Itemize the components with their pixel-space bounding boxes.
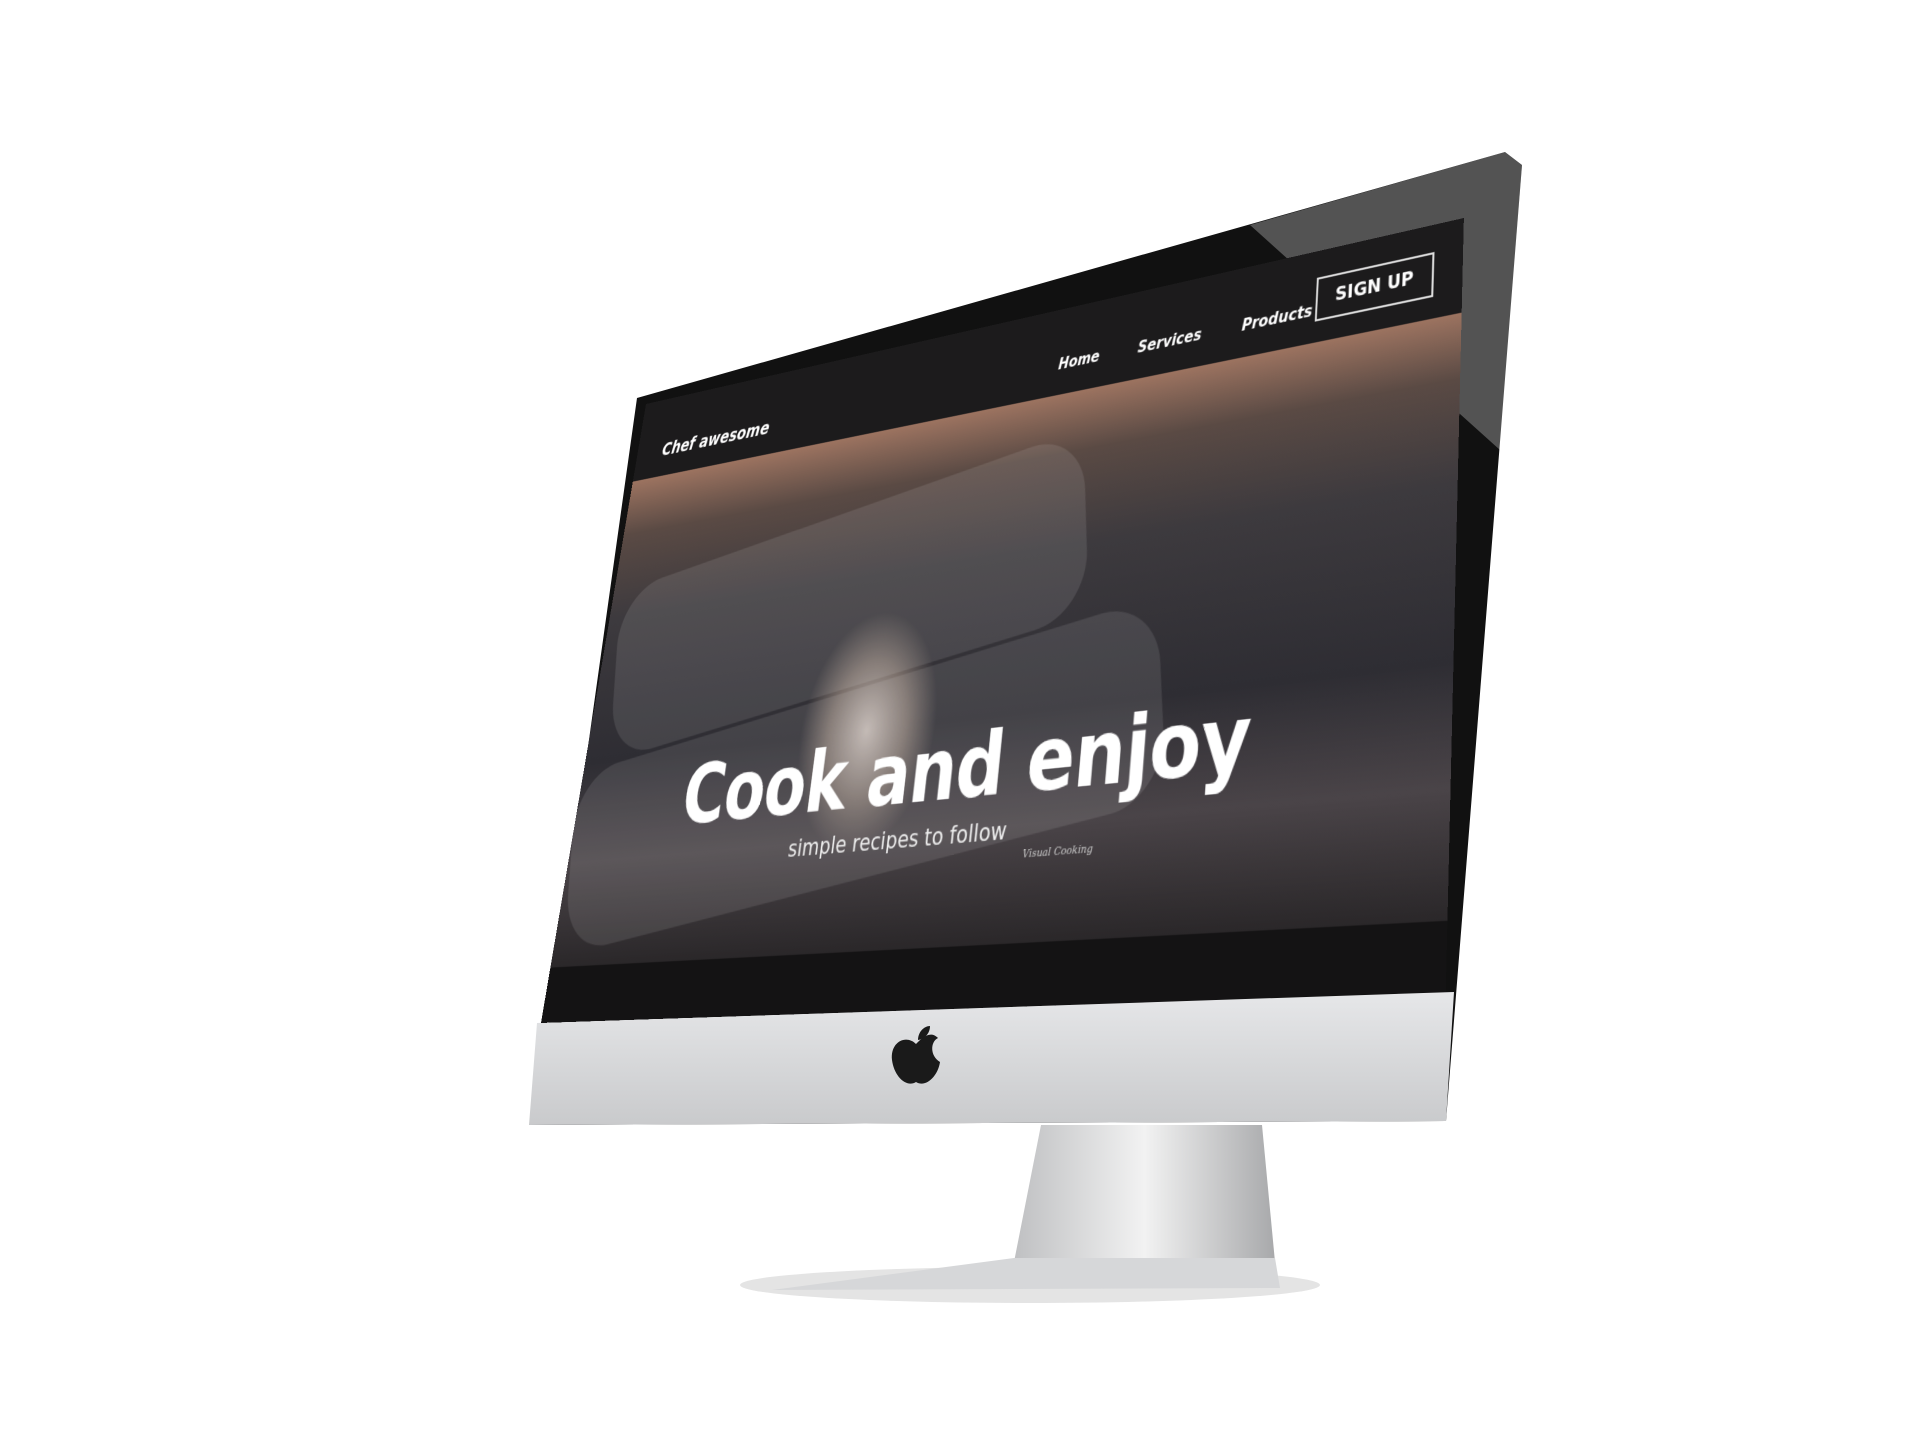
site-logo[interactable]: Chef awesome: [661, 418, 771, 461]
nav-services[interactable]: Services: [1137, 325, 1202, 357]
signup-button[interactable]: SIGN UP: [1314, 251, 1435, 322]
nav-home[interactable]: Home: [1057, 347, 1100, 374]
signage-text: Visual Cooking: [1021, 842, 1094, 862]
nav-products[interactable]: Products: [1241, 301, 1313, 335]
stand-neck: [1014, 1125, 1275, 1262]
